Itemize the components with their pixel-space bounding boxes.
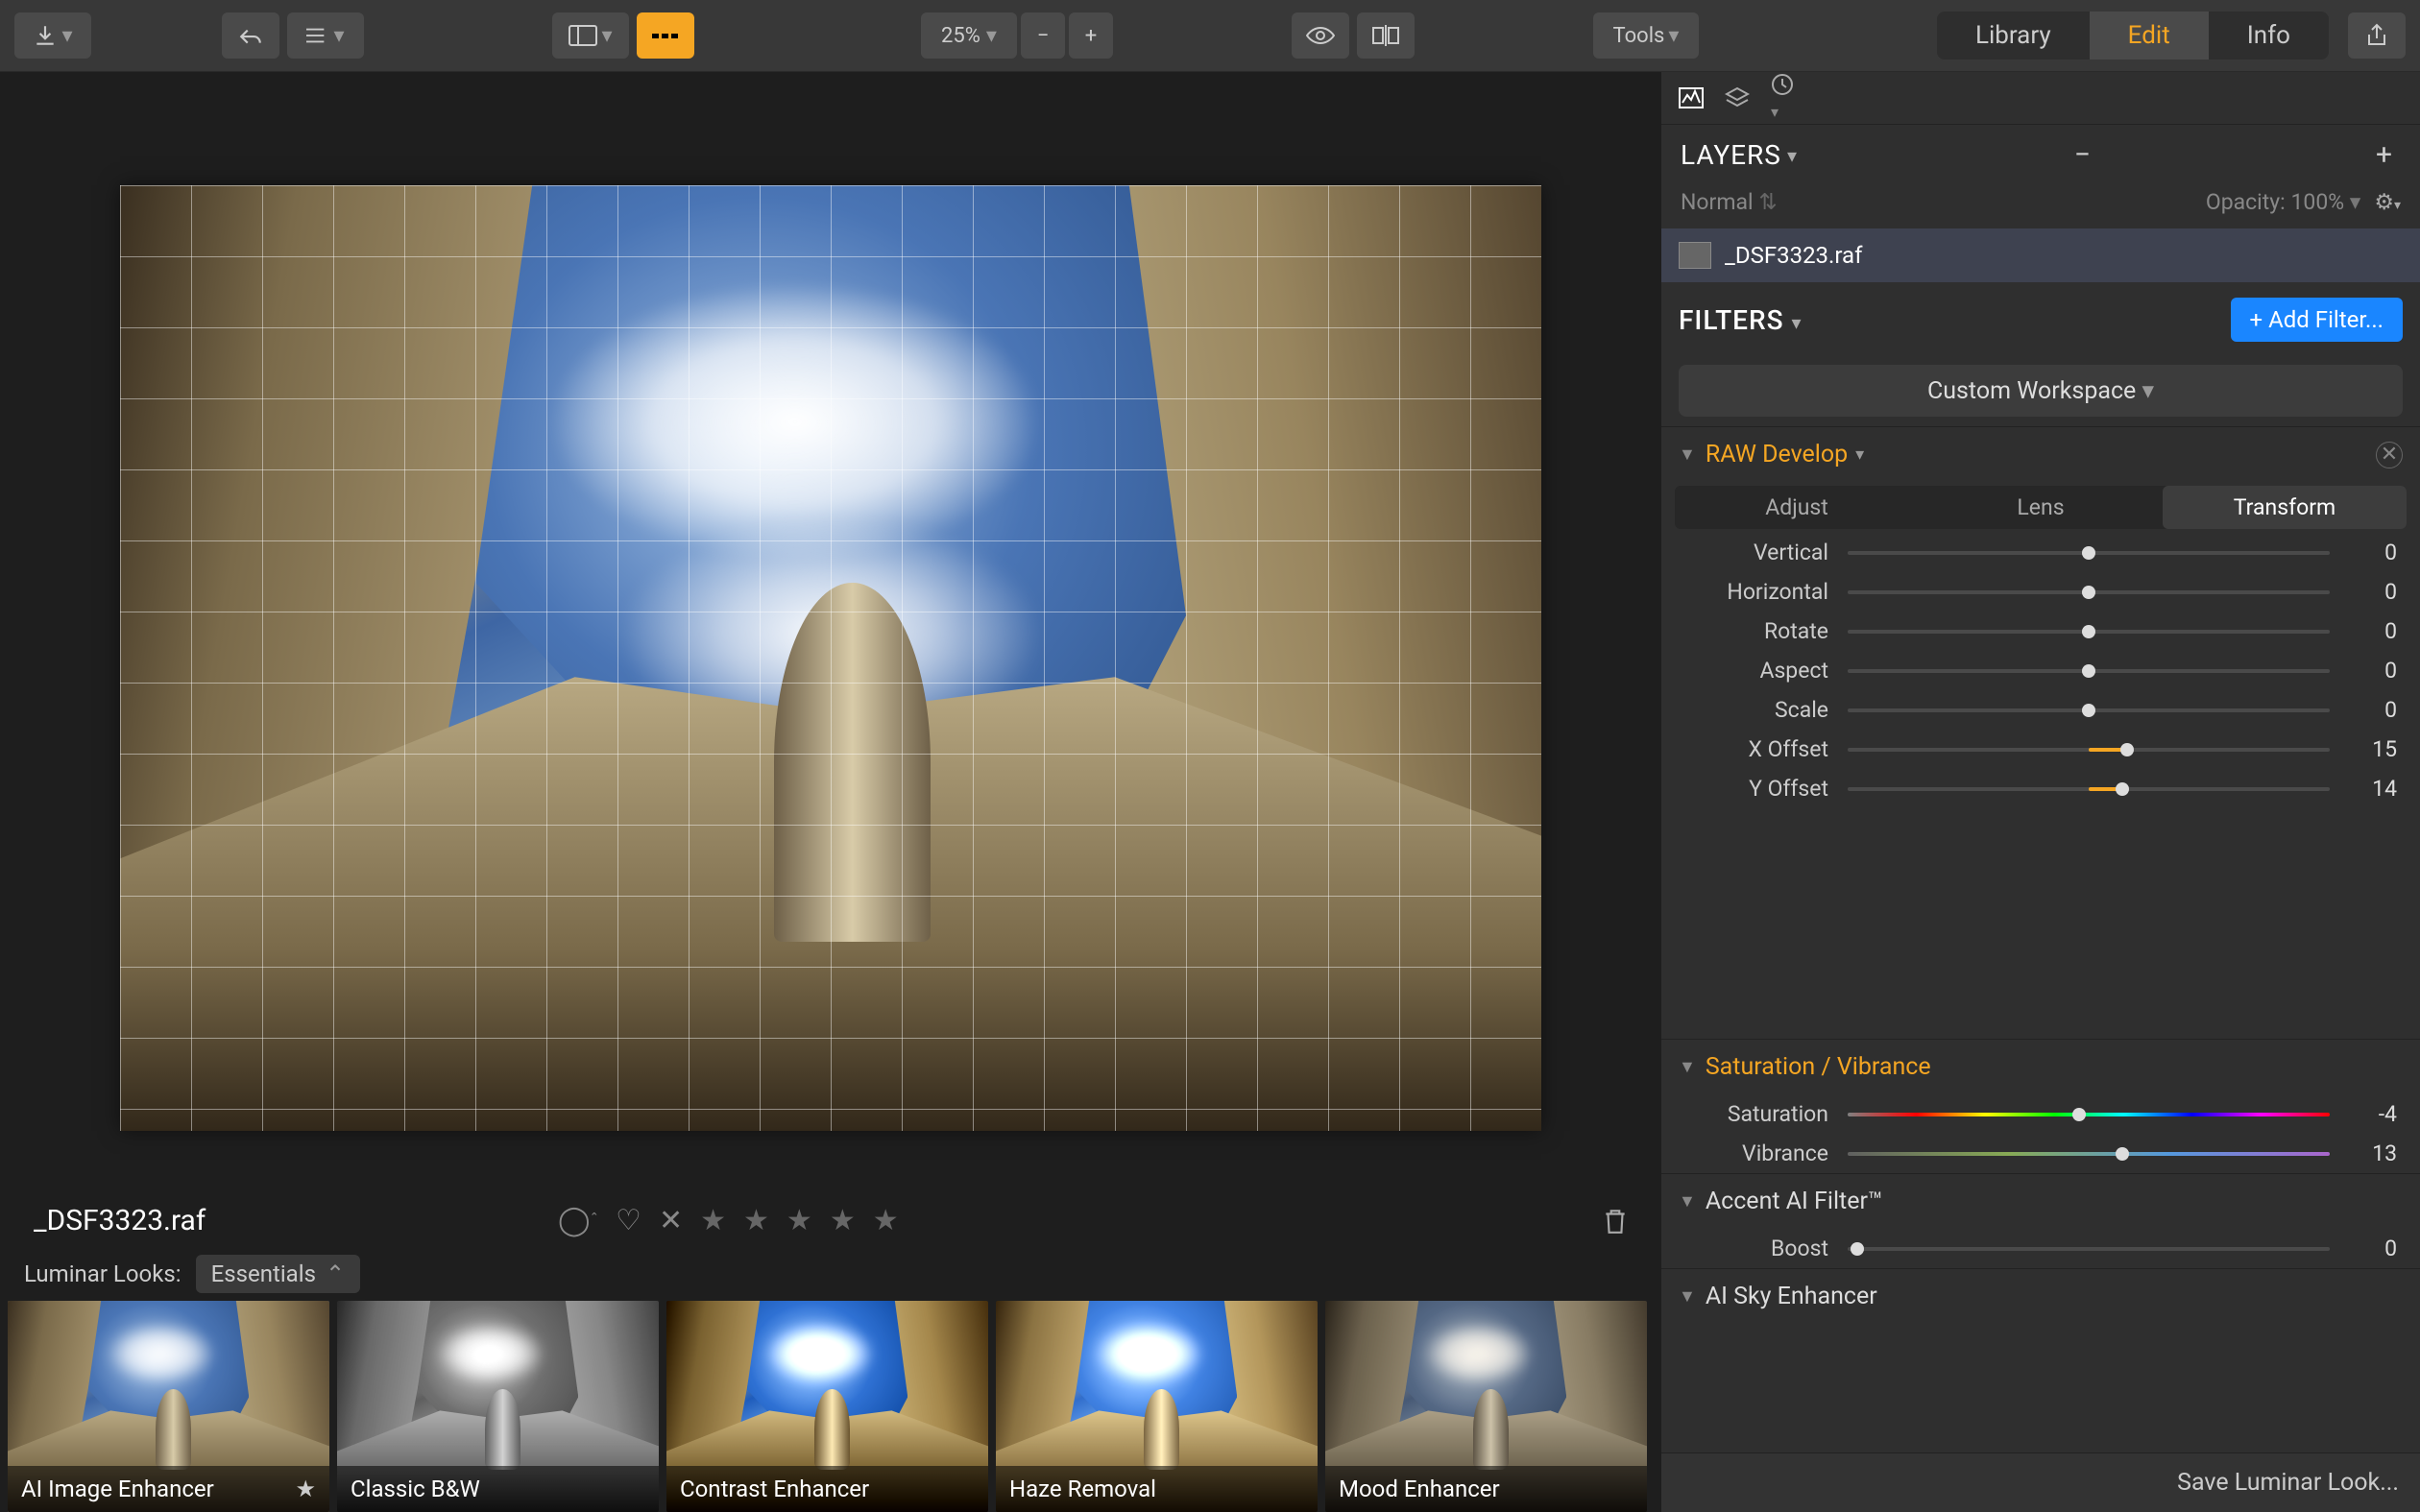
filmstrip-toggle-button[interactable] (637, 12, 694, 59)
lens-tab[interactable]: Lens (1919, 486, 2163, 529)
layer-thumbnail (1679, 242, 1711, 269)
opacity-value[interactable]: 100% (2290, 189, 2344, 215)
layer-item[interactable]: _DSF3323.raf (1661, 228, 2420, 282)
histogram-tab-icon[interactable] (1679, 87, 1704, 108)
remove-raw-filter-button[interactable]: ✕ (2376, 442, 2403, 468)
star-2[interactable]: ★ (743, 1204, 769, 1237)
transform-tab[interactable]: Transform (2163, 486, 2407, 529)
star-5[interactable]: ★ (873, 1204, 899, 1237)
sidebar-mode-tabs: ▾ (1661, 72, 2420, 125)
raw-slider-horizontal[interactable]: Horizontal0 (1661, 572, 2420, 612)
share-button[interactable] (2348, 12, 2406, 59)
presets-strip: AI Image Enhancer★ Classic B&W Contrast … (0, 1293, 1661, 1512)
layer-name: _DSF3323.raf (1725, 242, 1862, 269)
raw-slider-aspect[interactable]: Aspect0 (1661, 651, 2420, 690)
raw-slider-y-offset[interactable]: Y Offset14 (1661, 769, 2420, 808)
zoom-in-button[interactable]: + (1069, 12, 1113, 59)
accent-ai-section: ▼Accent AI Filter™ Boost 0 (1661, 1173, 2420, 1268)
adjust-tab[interactable]: Adjust (1675, 486, 1919, 529)
filename-label: _DSF3323.raf (34, 1204, 206, 1237)
export-button[interactable]: ▾ (14, 12, 91, 59)
layer-blend-row: Normal ⇅ Opacity: 100% ▾ ⚙▾ (1661, 185, 2420, 228)
canvas-viewport[interactable] (0, 72, 1661, 1187)
looks-bar: Luminar Looks: Essentials⌃ (0, 1247, 1661, 1293)
blend-mode-dropdown[interactable]: Normal ⇅ (1681, 189, 1778, 215)
add-filter-button[interactable]: + Add Filter... (2231, 298, 2403, 342)
raw-develop-header[interactable]: ▼RAW Develop▾ ✕ (1661, 427, 2420, 482)
history-button[interactable]: ▾ (287, 12, 364, 59)
preset-contrast-enhancer[interactable]: Contrast Enhancer (666, 1301, 988, 1512)
zoom-out-button[interactable]: − (1021, 12, 1065, 59)
tools-menu-button[interactable]: Tools▾ (1593, 12, 1699, 59)
library-tab[interactable]: Library (1937, 12, 2090, 60)
preview-button[interactable] (1292, 12, 1349, 59)
layers-panel-header[interactable]: LAYERS▾ − + (1661, 125, 2420, 185)
layers-tab-icon[interactable] (1725, 86, 1750, 109)
ai-sky-section: ▼AI Sky Enhancer (1661, 1268, 2420, 1324)
preset-ai-image-enhancer[interactable]: AI Image Enhancer★ (8, 1301, 329, 1512)
raw-develop-section: ▼RAW Develop▾ ✕ Adjust Lens Transform Ve… (1661, 426, 2420, 1039)
ai-sky-header[interactable]: ▼AI Sky Enhancer (1661, 1269, 2420, 1324)
looks-category-dropdown[interactable]: Essentials⌃ (196, 1255, 360, 1293)
boost-slider[interactable]: Boost 0 (1661, 1229, 2420, 1268)
star-4[interactable]: ★ (830, 1204, 856, 1237)
filters-panel-title[interactable]: FILTERS ▾ (1679, 304, 1803, 336)
saturation-vibrance-section: ▼Saturation / Vibrance Saturation-4Vibra… (1661, 1039, 2420, 1173)
image-preview[interactable] (120, 185, 1541, 1131)
looks-label: Luminar Looks: (24, 1260, 182, 1287)
favorite-preset-icon[interactable]: ★ (295, 1476, 316, 1502)
layer-gear-icon[interactable]: ⚙▾ (2374, 189, 2401, 215)
compare-button[interactable] (1357, 12, 1415, 59)
satvib-header[interactable]: ▼Saturation / Vibrance (1661, 1040, 2420, 1094)
star-3[interactable]: ★ (786, 1204, 812, 1237)
sidebar-toggle-button[interactable]: ▾ (552, 12, 629, 59)
raw-slider-scale[interactable]: Scale0 (1661, 690, 2420, 730)
edit-tab[interactable]: Edit (2090, 12, 2209, 60)
mode-tabs: Library Edit Info (1937, 12, 2329, 60)
accent-ai-header[interactable]: ▼Accent AI Filter™ (1661, 1174, 2420, 1229)
workspace-dropdown[interactable]: Custom Workspace ▾ (1679, 365, 2403, 417)
add-layer-button[interactable]: + (2368, 138, 2401, 172)
zoom-level-button[interactable]: 25%▾ (921, 12, 1017, 59)
raw-slider-vertical[interactable]: Vertical0 (1661, 533, 2420, 572)
canvas-area: _DSF3323.raf ◯ˆ ♡ ✕ ★ ★ ★ ★ ★ Luminar Lo… (0, 72, 1661, 1512)
preset-haze-removal[interactable]: Haze Removal (996, 1301, 1318, 1512)
color-tag-button[interactable]: ◯ˆ (558, 1204, 598, 1237)
raw-subtabs: Adjust Lens Transform (1675, 486, 2407, 529)
raw-slider-x-offset[interactable]: X Offset15 (1661, 730, 2420, 769)
favorite-button[interactable]: ♡ (616, 1204, 641, 1237)
delete-button[interactable] (1603, 1207, 1628, 1236)
collapse-layers-button[interactable]: − (2067, 138, 2099, 172)
vibrance-slider[interactable]: Vibrance13 (1661, 1134, 2420, 1173)
image-info-bar: _DSF3323.raf ◯ˆ ♡ ✕ ★ ★ ★ ★ ★ (0, 1187, 1661, 1247)
top-toolbar: ▾ ▾ ▾ 25%▾ − + Tools▾ Library Edit Info (0, 0, 2420, 72)
undo-button[interactable] (222, 12, 279, 59)
zoom-group: 25%▾ − + (921, 12, 1113, 59)
save-look-button[interactable]: Save Luminar Look... (1661, 1452, 2420, 1512)
preset-classic-bw[interactable]: Classic B&W (337, 1301, 659, 1512)
reject-button[interactable]: ✕ (659, 1204, 683, 1237)
right-sidebar: ▾ LAYERS▾ − + Normal ⇅ Opacity: 100% ▾ ⚙… (1661, 72, 2420, 1512)
star-1[interactable]: ★ (700, 1204, 726, 1237)
history-tab-icon[interactable]: ▾ (1771, 73, 1794, 123)
info-tab[interactable]: Info (2209, 12, 2329, 60)
preset-mood-enhancer[interactable]: Mood Enhancer (1325, 1301, 1647, 1512)
saturation-slider[interactable]: Saturation-4 (1661, 1094, 2420, 1134)
raw-slider-rotate[interactable]: Rotate0 (1661, 612, 2420, 651)
